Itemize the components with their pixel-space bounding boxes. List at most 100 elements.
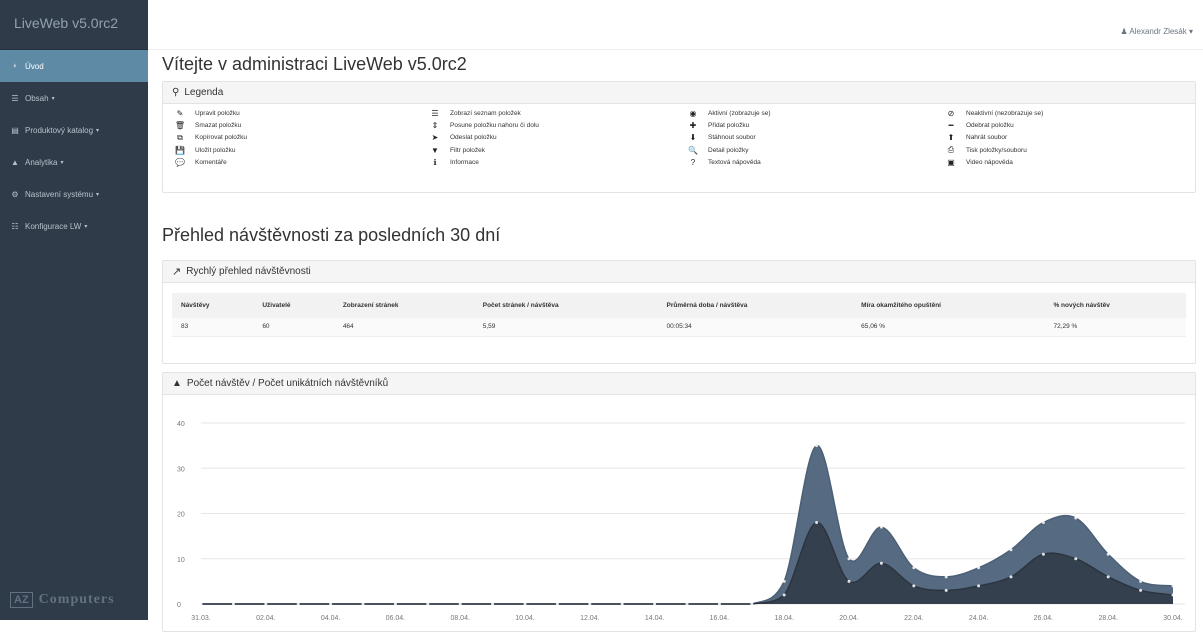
legend-item: 🗑 Smazat položku [173,119,428,131]
sidebar-item-3[interactable]: ▲ Analytika ▾ [0,146,148,178]
legend-label: Textová nápověda [708,159,761,167]
series-1-point [1041,552,1045,556]
stats-value: 60 [253,318,334,337]
visits-chart-panel: ▲ Počet návštěv / Počet unikátních návšt… [162,372,1196,632]
series-0-point [1041,521,1045,525]
caret-down-icon: ▾ [1188,27,1193,36]
series-1-point [815,521,819,525]
legend-label: Nahrát soubor [966,134,1008,142]
legend-item: ? Textová nápověda [686,157,944,169]
series-0-point [1171,584,1175,588]
sidebar-item-label: Nastavení systému [25,189,94,199]
series-1-point [620,602,624,606]
series-1-point [653,602,657,606]
legend-label: Smazat položku [195,122,242,130]
series-0-point [815,444,819,448]
archive-icon: ▤ [11,125,19,135]
caret-down-icon: ▾ [51,95,55,102]
map-signs-icon: ⍖ [12,61,18,70]
user-icon: ♟ [1120,27,1128,36]
stats-header: % nových návštěv [1044,293,1186,318]
legend-label: Detail položky [708,146,749,154]
legend-item: ℹ Informace [428,157,686,169]
legend-label: Komentáře [195,159,227,167]
legend-icon: 🔍 [688,145,698,155]
legend-label: Uložit položku [195,146,236,154]
legend-label: Přidat položku [708,122,750,130]
sidebar-item-label: Produktový katalog [25,125,94,135]
page-title: Vítejte v administraci LiveWeb v5.0rc2 [162,54,467,74]
sidebar-item-label: Obsah [25,93,49,103]
series-1-point [782,593,786,597]
legend-icon: ⊘ [947,108,955,118]
stats-header: Míra okamžitého opuštění [852,293,1045,318]
legend-item: ⬆ Nahrát soubor [944,132,1199,144]
legend-icon: ⬇ [689,133,697,143]
legend-icon: 🗑 [174,121,186,131]
stats-value: 00:05:34 [657,318,853,337]
legend-label: Stáhnout soubor [708,134,756,142]
legend-icon: ▣ [947,158,955,168]
legend-icon: ━ [948,121,954,131]
legend-icon: ? [690,158,696,168]
brand-title[interactable]: LiveWeb v5.0rc2 [0,0,148,50]
series-1-point [426,602,430,606]
legend-item: ⇕ Posune položku nahoru či dolu [428,119,686,131]
legend-item: ━ Odebrat položku [944,119,1199,131]
stats-table: Návštěvy Uživatelé Zobrazení stránek Počet … [172,293,1186,337]
stats-header: Uživatelé [253,293,334,318]
series-0-point [1139,579,1143,583]
sidebar-item-2[interactable]: ▤ Produktový katalog ▾ [0,114,148,146]
caret-down-icon: ▾ [84,223,88,230]
series-1-point [393,602,397,606]
legend-icon: ⬆ [947,133,955,143]
series-1-point [1009,575,1013,579]
legend-label: Neaktivní (nezobrazuje se) [966,109,1044,117]
legend-label: Odeslat položku [450,134,497,142]
x-tick-label: 22.04. [904,615,924,622]
series-1-point [264,602,268,606]
x-tick-label: 04.04. [321,615,341,622]
sidebar-item-4[interactable]: ⚙ Nastavení systému ▾ [0,178,148,210]
area-chart-icon: ▲ [11,157,19,167]
legend-panel-header: ⚲ Legenda [163,82,1195,104]
legend-item: 💾 Uložit položku [173,144,428,156]
series-1-point [523,602,527,606]
stats-header: Průměrná doba / návštěva [657,293,853,318]
series-0-point [1009,548,1013,552]
x-tick-label: 08.04. [450,615,470,622]
sidebar-item-0[interactable]: ⍖ Úvod [0,50,148,82]
legend-label: Video nápověda [966,159,1013,167]
user-menu[interactable]: ♟ Alexandr Zlesák ▾ [1120,27,1193,36]
main-content: Vítejte v administraci LiveWeb v5.0rc2 ⚲… [162,50,1199,632]
series-1-point [231,602,235,606]
legend-label: Zobrazí seznam položek [450,109,521,117]
sidebar-nav: ⍖ Úvod ☰ Obsah ▾ ▤ Produktový katalog ▾ ▲ Analyti… [0,50,148,242]
y-tick-label: 10 [177,557,185,564]
x-tick-label: 20.04. [839,615,859,622]
series-1-point [1171,593,1175,597]
series-1-point [296,602,300,606]
legend-item: ⎙ Tisk položky/souboru [944,144,1199,156]
sitemap-icon: ☷ [11,221,19,231]
series-1-point [329,602,333,606]
series-1-point [361,602,365,606]
series-0-point [944,575,948,579]
legend-item: ☰ Zobrazí seznam položek [428,107,686,119]
legend-item: ▼ Filtr položek [428,144,686,156]
legend-label: Posune položku nahoru či dolu [450,122,539,130]
sidebar: LiveWeb v5.0rc2 ⍖ Úvod ☰ Obsah ▾ ▤ Produktový … [0,0,148,620]
legend-item: ➤ Odeslat položku [428,132,686,144]
sidebar-item-1[interactable]: ☰ Obsah ▾ [0,82,148,114]
x-tick-label: 30.04. [1163,615,1183,622]
stats-value: 72,29 % [1044,318,1186,337]
topbar: ♟ Alexandr Zlesák ▾ [148,0,1203,50]
x-tick-label: 10.04. [515,615,535,622]
sidebar-item-5[interactable]: ☷ Konfigurace LW ▾ [0,210,148,242]
legend-icon: ⇕ [431,121,439,131]
stats-value: 65,06 % [852,318,1045,337]
series-0-point [1106,552,1110,556]
legend-icon: ℹ [433,158,437,168]
y-tick-label: 30 [177,466,185,473]
x-tick-label: 02.04. [256,615,276,622]
